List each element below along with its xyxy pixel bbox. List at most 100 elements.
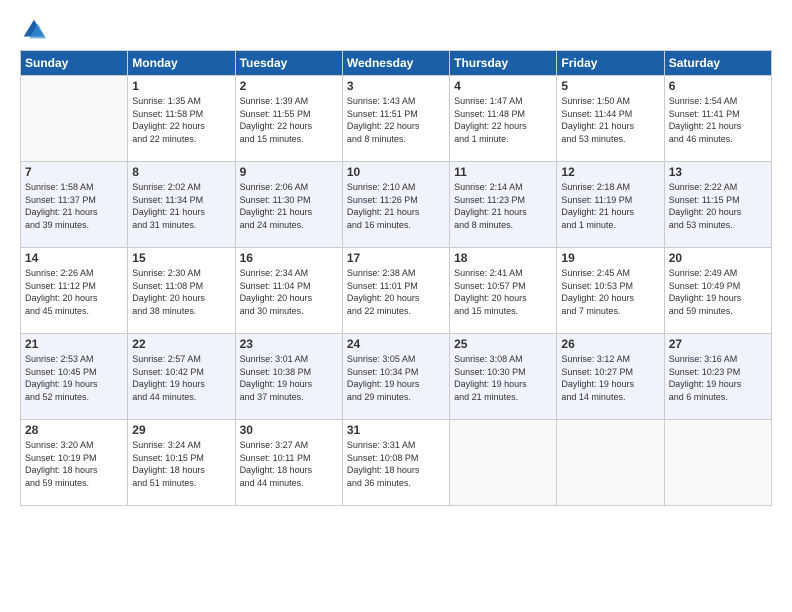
calendar-day-cell: 30 Sunrise: 3:27 AM Sunset: 10:11 PM Dayl… bbox=[235, 420, 342, 506]
col-monday: Monday bbox=[128, 51, 235, 76]
day-info: Sunrise: 3:24 AM Sunset: 10:15 PM Daylig… bbox=[132, 439, 230, 489]
calendar-day-cell: 20 Sunrise: 2:49 AM Sunset: 10:49 PM Dayl… bbox=[664, 248, 771, 334]
day-number: 29 bbox=[132, 423, 230, 437]
day-number: 26 bbox=[561, 337, 659, 351]
calendar-day-cell bbox=[664, 420, 771, 506]
calendar-day-cell: 2Sunrise: 1:39 AM Sunset: 11:55 PM Dayli… bbox=[235, 76, 342, 162]
day-info: Sunrise: 1:43 AM Sunset: 11:51 PM Daylig… bbox=[347, 95, 445, 145]
calendar-week-row: 7 Sunrise: 1:58 AM Sunset: 11:37 PM Dayli… bbox=[21, 162, 772, 248]
day-info: Sunrise: 2:34 AM Sunset: 11:04 PM Daylig… bbox=[240, 267, 338, 317]
calendar-day-cell: 12 Sunrise: 2:18 AM Sunset: 11:19 PM Dayl… bbox=[557, 162, 664, 248]
calendar-day-cell: 25 Sunrise: 3:08 AM Sunset: 10:30 PM Dayl… bbox=[450, 334, 557, 420]
calendar-day-cell: 19 Sunrise: 2:45 AM Sunset: 10:53 PM Dayl… bbox=[557, 248, 664, 334]
day-number: 5 bbox=[561, 79, 659, 93]
day-number: 14 bbox=[25, 251, 123, 265]
day-number: 7 bbox=[25, 165, 123, 179]
calendar-day-cell bbox=[21, 76, 128, 162]
day-info: Sunrise: 1:54 AM Sunset: 11:41 PM Daylig… bbox=[669, 95, 767, 145]
day-number: 19 bbox=[561, 251, 659, 265]
day-info: Sunrise: 1:47 AM Sunset: 11:48 PM Daylig… bbox=[454, 95, 552, 145]
day-info: Sunrise: 3:05 AM Sunset: 10:34 PM Daylig… bbox=[347, 353, 445, 403]
calendar-day-cell: 24Sunrise: 3:05 AM Sunset: 10:34 PM Dayl… bbox=[342, 334, 449, 420]
day-info: Sunrise: 2:02 AM Sunset: 11:34 PM Daylig… bbox=[132, 181, 230, 231]
calendar-day-cell bbox=[557, 420, 664, 506]
day-number: 3 bbox=[347, 79, 445, 93]
calendar-day-cell: 26 Sunrise: 3:12 AM Sunset: 10:27 PM Dayl… bbox=[557, 334, 664, 420]
day-number: 31 bbox=[347, 423, 445, 437]
col-tuesday: Tuesday bbox=[235, 51, 342, 76]
calendar-day-cell: 22 Sunrise: 2:57 AM Sunset: 10:42 PM Dayl… bbox=[128, 334, 235, 420]
calendar-header-row: Sunday Monday Tuesday Wednesday Thursday… bbox=[21, 51, 772, 76]
day-number: 8 bbox=[132, 165, 230, 179]
header bbox=[20, 16, 772, 44]
calendar-day-cell: 16 Sunrise: 2:34 AM Sunset: 11:04 PM Dayl… bbox=[235, 248, 342, 334]
day-number: 12 bbox=[561, 165, 659, 179]
day-number: 23 bbox=[240, 337, 338, 351]
col-friday: Friday bbox=[557, 51, 664, 76]
col-sunday: Sunday bbox=[21, 51, 128, 76]
calendar-day-cell: 14 Sunrise: 2:26 AM Sunset: 11:12 PM Dayl… bbox=[21, 248, 128, 334]
day-info: Sunrise: 1:58 AM Sunset: 11:37 PM Daylig… bbox=[25, 181, 123, 231]
day-number: 4 bbox=[454, 79, 552, 93]
day-info: Sunrise: 2:18 AM Sunset: 11:19 PM Daylig… bbox=[561, 181, 659, 231]
day-number: 30 bbox=[240, 423, 338, 437]
day-info: Sunrise: 2:38 AM Sunset: 11:01 PM Daylig… bbox=[347, 267, 445, 317]
day-info: Sunrise: 1:35 AM Sunset: 11:58 PM Daylig… bbox=[132, 95, 230, 145]
day-number: 18 bbox=[454, 251, 552, 265]
calendar-day-cell: 5Sunrise: 1:50 AM Sunset: 11:44 PM Dayli… bbox=[557, 76, 664, 162]
day-number: 20 bbox=[669, 251, 767, 265]
calendar-day-cell: 28 Sunrise: 3:20 AM Sunset: 10:19 PM Dayl… bbox=[21, 420, 128, 506]
calendar-day-cell: 6 Sunrise: 1:54 AM Sunset: 11:41 PM Dayli… bbox=[664, 76, 771, 162]
day-info: Sunrise: 2:22 AM Sunset: 11:15 PM Daylig… bbox=[669, 181, 767, 231]
calendar-day-cell: 21 Sunrise: 2:53 AM Sunset: 10:45 PM Dayl… bbox=[21, 334, 128, 420]
calendar-day-cell: 23Sunrise: 3:01 AM Sunset: 10:38 PM Dayl… bbox=[235, 334, 342, 420]
day-number: 13 bbox=[669, 165, 767, 179]
day-info: Sunrise: 3:16 AM Sunset: 10:23 PM Daylig… bbox=[669, 353, 767, 403]
calendar-day-cell: 29 Sunrise: 3:24 AM Sunset: 10:15 PM Dayl… bbox=[128, 420, 235, 506]
logo-icon bbox=[20, 16, 48, 44]
calendar-day-cell: 11Sunrise: 2:14 AM Sunset: 11:23 PM Dayl… bbox=[450, 162, 557, 248]
day-info: Sunrise: 3:12 AM Sunset: 10:27 PM Daylig… bbox=[561, 353, 659, 403]
day-info: Sunrise: 2:57 AM Sunset: 10:42 PM Daylig… bbox=[132, 353, 230, 403]
day-number: 16 bbox=[240, 251, 338, 265]
calendar-day-cell: 9Sunrise: 2:06 AM Sunset: 11:30 PM Dayli… bbox=[235, 162, 342, 248]
day-number: 2 bbox=[240, 79, 338, 93]
day-info: Sunrise: 2:53 AM Sunset: 10:45 PM Daylig… bbox=[25, 353, 123, 403]
day-info: Sunrise: 3:20 AM Sunset: 10:19 PM Daylig… bbox=[25, 439, 123, 489]
calendar-day-cell: 3 Sunrise: 1:43 AM Sunset: 11:51 PM Dayli… bbox=[342, 76, 449, 162]
day-info: Sunrise: 2:26 AM Sunset: 11:12 PM Daylig… bbox=[25, 267, 123, 317]
day-number: 28 bbox=[25, 423, 123, 437]
day-number: 22 bbox=[132, 337, 230, 351]
day-info: Sunrise: 3:08 AM Sunset: 10:30 PM Daylig… bbox=[454, 353, 552, 403]
day-number: 25 bbox=[454, 337, 552, 351]
day-info: Sunrise: 2:10 AM Sunset: 11:26 PM Daylig… bbox=[347, 181, 445, 231]
calendar-day-cell: 1 Sunrise: 1:35 AM Sunset: 11:58 PM Dayli… bbox=[128, 76, 235, 162]
day-info: Sunrise: 2:14 AM Sunset: 11:23 PM Daylig… bbox=[454, 181, 552, 231]
day-info: Sunrise: 2:49 AM Sunset: 10:49 PM Daylig… bbox=[669, 267, 767, 317]
day-info: Sunrise: 2:45 AM Sunset: 10:53 PM Daylig… bbox=[561, 267, 659, 317]
calendar-day-cell: 7 Sunrise: 1:58 AM Sunset: 11:37 PM Dayli… bbox=[21, 162, 128, 248]
day-number: 1 bbox=[132, 79, 230, 93]
col-wednesday: Wednesday bbox=[342, 51, 449, 76]
calendar-week-row: 21 Sunrise: 2:53 AM Sunset: 10:45 PM Dayl… bbox=[21, 334, 772, 420]
col-thursday: Thursday bbox=[450, 51, 557, 76]
calendar-table: Sunday Monday Tuesday Wednesday Thursday… bbox=[20, 50, 772, 506]
calendar-day-cell: 10 Sunrise: 2:10 AM Sunset: 11:26 PM Dayl… bbox=[342, 162, 449, 248]
calendar-day-cell: 8 Sunrise: 2:02 AM Sunset: 11:34 PM Dayli… bbox=[128, 162, 235, 248]
calendar-day-cell: 18 Sunrise: 2:41 AM Sunset: 10:57 PM Dayl… bbox=[450, 248, 557, 334]
day-number: 17 bbox=[347, 251, 445, 265]
day-info: Sunrise: 2:06 AM Sunset: 11:30 PM Daylig… bbox=[240, 181, 338, 231]
logo bbox=[20, 16, 52, 44]
calendar-page: Sunday Monday Tuesday Wednesday Thursday… bbox=[0, 0, 792, 612]
day-info: Sunrise: 2:41 AM Sunset: 10:57 PM Daylig… bbox=[454, 267, 552, 317]
calendar-week-row: 14 Sunrise: 2:26 AM Sunset: 11:12 PM Dayl… bbox=[21, 248, 772, 334]
day-info: Sunrise: 3:31 AM Sunset: 10:08 PM Daylig… bbox=[347, 439, 445, 489]
day-number: 21 bbox=[25, 337, 123, 351]
col-saturday: Saturday bbox=[664, 51, 771, 76]
calendar-day-cell: 13 Sunrise: 2:22 AM Sunset: 11:15 PM Dayl… bbox=[664, 162, 771, 248]
day-number: 10 bbox=[347, 165, 445, 179]
day-info: Sunrise: 3:27 AM Sunset: 10:11 PM Daylig… bbox=[240, 439, 338, 489]
calendar-week-row: 28 Sunrise: 3:20 AM Sunset: 10:19 PM Dayl… bbox=[21, 420, 772, 506]
calendar-day-cell: 27Sunrise: 3:16 AM Sunset: 10:23 PM Dayl… bbox=[664, 334, 771, 420]
day-number: 6 bbox=[669, 79, 767, 93]
